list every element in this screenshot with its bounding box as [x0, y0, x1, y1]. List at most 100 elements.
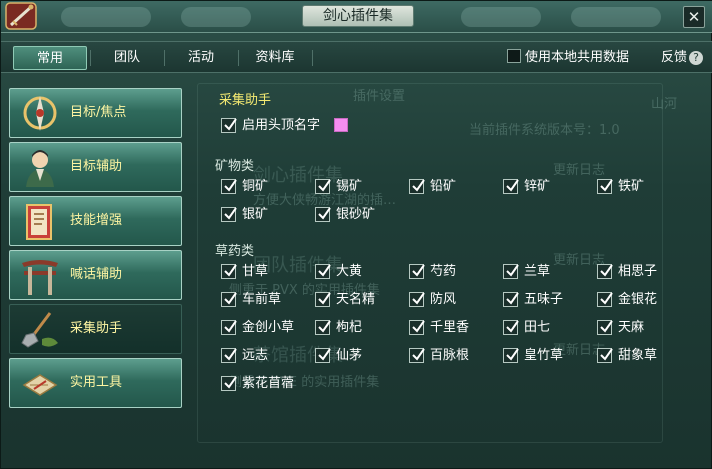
gate-icon [18, 255, 62, 297]
tab-divider [312, 50, 313, 66]
skill-book-icon [18, 201, 62, 243]
background-version-text: 当前插件系统版本号：1.0 [469, 123, 620, 138]
character-portrait-icon [18, 147, 62, 189]
checkbox-label: 铜矿 [242, 179, 269, 194]
shovel-icon [18, 309, 62, 351]
sidebar: 目标/焦点 目标辅助 技能增强 喊话辅助 采集助手 实用工具 [7, 85, 183, 469]
checkbox-box[interactable] [221, 320, 237, 335]
checkbox-box[interactable] [315, 292, 331, 307]
checkbox-box[interactable] [507, 49, 521, 63]
checkbox-label: 相思子 [618, 264, 658, 279]
checkbox-box[interactable] [221, 376, 237, 391]
checkbox-label: 银砂矿 [336, 207, 376, 222]
checkbox-box[interactable] [503, 320, 519, 335]
target-emblem-icon [18, 93, 62, 135]
checkbox-box[interactable] [409, 320, 425, 335]
checkbox-box[interactable] [409, 348, 425, 363]
checkbox-box[interactable] [503, 348, 519, 363]
checkbox-label: 金创小草 [242, 320, 295, 335]
checkbox-box[interactable] [597, 348, 613, 363]
checkbox-label: 兰草 [524, 264, 551, 279]
checkbox-label: 车前草 [242, 292, 282, 307]
checkbox-label: 五味子 [524, 292, 564, 307]
help-icon: ? [689, 51, 704, 65]
sidebar-item-label: 目标辅助 [70, 159, 123, 174]
checkbox-box[interactable] [597, 179, 613, 194]
sidebar-item-target-assist[interactable]: 目标辅助 [9, 142, 182, 192]
checkbox-box[interactable] [221, 207, 237, 222]
background-panel-title: 插件设置 [353, 89, 406, 104]
checkbox-label: 防风 [430, 292, 457, 307]
sidebar-item-utility-tools[interactable]: 实用工具 [9, 358, 182, 408]
sidebar-item-label: 实用工具 [70, 375, 123, 390]
checkbox-label: 甜象草 [618, 348, 658, 363]
gather-assist-panel: 插件设置 当前插件系统版本号：1.0 山河 剑心插件集 方便大侠畅游江湖的插… … [193, 79, 712, 469]
tab-activity[interactable]: 活动 [164, 46, 238, 70]
cloud-decoration [61, 7, 151, 27]
sidebar-item-label: 采集助手 [70, 321, 123, 336]
checkbox-label: 天麻 [618, 320, 645, 335]
checkbox-label: 大黄 [336, 264, 363, 279]
checkbox-label: 铅矿 [430, 179, 457, 194]
checkbox-box[interactable] [221, 292, 237, 307]
checkbox-label: 铁矿 [618, 179, 645, 194]
checkbox-label: 田七 [524, 320, 551, 335]
checkbox-box[interactable] [503, 264, 519, 279]
checkbox-box[interactable] [221, 348, 237, 363]
checkbox-label: 银矿 [242, 207, 269, 222]
sidebar-item-gather-assist[interactable]: 采集助手 [9, 304, 182, 354]
checkbox-label: 芍药 [430, 264, 457, 279]
checkbox-box[interactable] [597, 292, 613, 307]
sidebar-item-shout-assist[interactable]: 喊话辅助 [9, 250, 182, 300]
checkbox-box[interactable] [597, 320, 613, 335]
scroll-tool-icon [18, 363, 62, 405]
checkbox-box[interactable] [503, 179, 519, 194]
checkbox-label: 启用头顶名字 [242, 118, 321, 133]
sword-logo-icon [3, 1, 43, 33]
tab-bar: 常用 团队 活动 资料库 使用本地共用数据 反馈? [1, 41, 712, 73]
title-bar: 剑心插件集 ✕ [1, 1, 712, 33]
feedback-button[interactable]: 反馈? [661, 49, 704, 67]
tab-common[interactable]: 常用 [13, 46, 87, 70]
close-button[interactable]: ✕ [683, 6, 705, 28]
checkbox-label: 枸杞 [336, 320, 363, 335]
sidebar-item-label: 目标/焦点 [70, 105, 127, 120]
checkbox-box[interactable] [503, 292, 519, 307]
sidebar-item-skill-enhance[interactable]: 技能增强 [9, 196, 182, 246]
checkbox-box[interactable] [409, 179, 425, 194]
checkbox-box[interactable] [315, 348, 331, 363]
checkbox-label: 锡矿 [336, 179, 363, 194]
section-title: 采集助手 [219, 93, 272, 108]
minerals-label: 矿物类 [215, 159, 255, 174]
checkbox-label: 金银花 [618, 292, 658, 307]
checkbox-label: 千里香 [430, 320, 470, 335]
checkbox-box[interactable] [597, 264, 613, 279]
name-color-swatch[interactable] [334, 118, 348, 132]
tab-team[interactable]: 团队 [90, 46, 164, 70]
checkbox-label: 紫花苜蓿 [242, 376, 295, 391]
checkbox-box[interactable] [315, 320, 331, 335]
plugin-window: 剑心插件集 ✕ 常用 团队 活动 资料库 使用本地共用数据 反馈? 目标/焦点 … [0, 0, 712, 469]
checkbox-box[interactable] [315, 264, 331, 279]
checkbox-box[interactable] [221, 118, 237, 133]
checkbox-label: 百脉根 [430, 348, 470, 363]
sidebar-item-target-focus[interactable]: 目标/焦点 [9, 88, 182, 138]
checkbox-box[interactable] [221, 179, 237, 194]
checkbox-label: 皇竹草 [524, 348, 564, 363]
window-title: 剑心插件集 [302, 5, 414, 27]
checkbox-box[interactable] [315, 179, 331, 194]
checkbox-box[interactable] [221, 264, 237, 279]
checkbox-label: 锌矿 [524, 179, 551, 194]
background-corner-text: 山河 [651, 97, 678, 112]
background-item-log: 更新日志 [553, 163, 606, 178]
feedback-label: 反馈 [661, 50, 688, 65]
checkbox-label: 甘草 [242, 264, 269, 279]
tab-database[interactable]: 资料库 [238, 46, 312, 70]
shared-data-checkbox[interactable]: 使用本地共用数据 [507, 49, 629, 67]
checkbox-box[interactable] [409, 264, 425, 279]
checkbox-label: 天名精 [336, 292, 376, 307]
checkbox-box[interactable] [409, 292, 425, 307]
checkbox-box[interactable] [315, 207, 331, 222]
checkbox-label: 远志 [242, 348, 269, 363]
checkbox-label: 仙茅 [336, 348, 363, 363]
